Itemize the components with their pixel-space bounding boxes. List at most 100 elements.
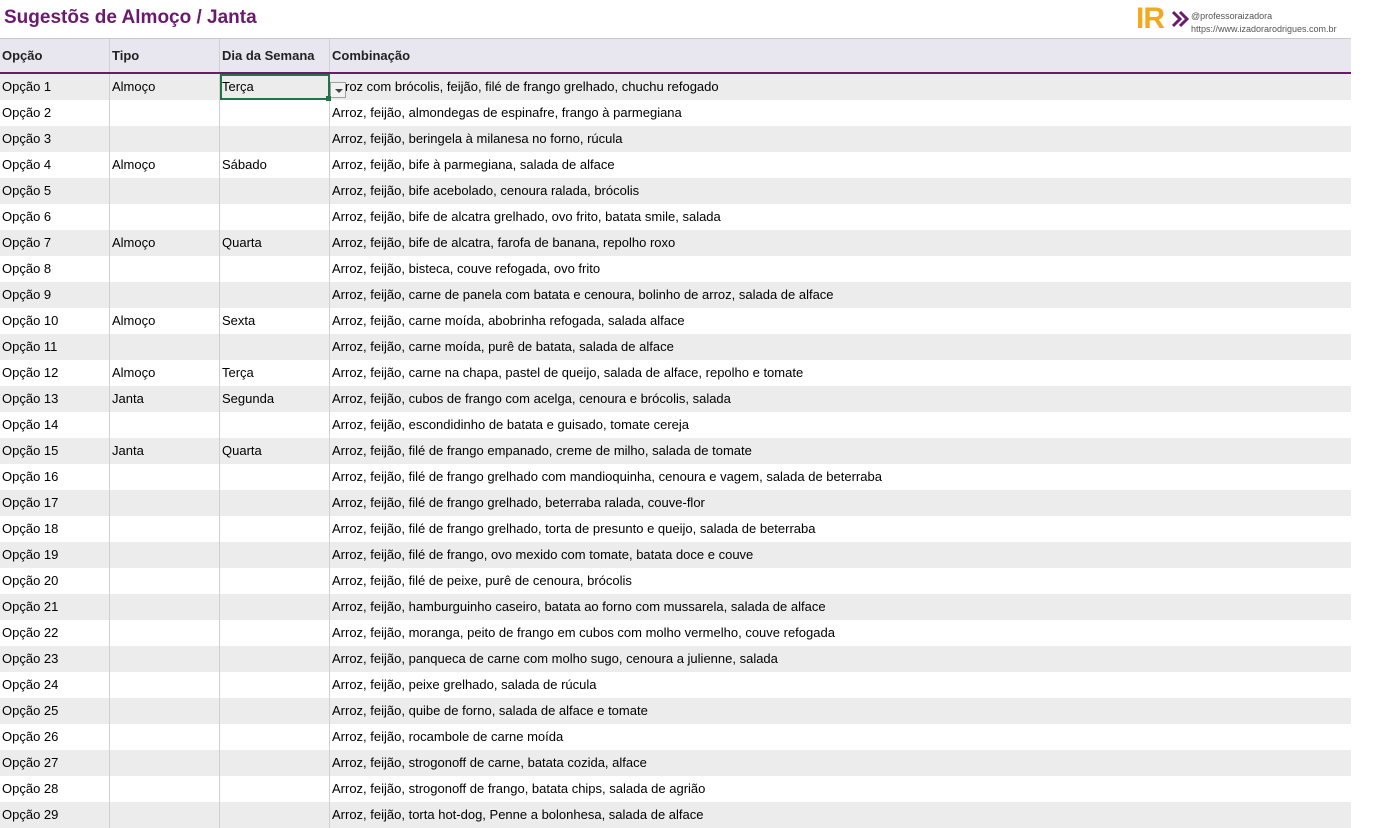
cell-opcao[interactable]: Opção 19 [0,542,110,568]
cell-tipo[interactable] [110,490,220,516]
cell-combinacao[interactable]: Arroz, feijão, panqueca de carne com mol… [330,646,1351,672]
cell-dia[interactable] [220,672,330,698]
cell-combinacao[interactable]: Arroz, feijão, filé de peixe, purê de ce… [330,568,1351,594]
cell-tipo[interactable] [110,568,220,594]
cell-opcao[interactable]: Opção 14 [0,412,110,438]
cell-dia[interactable] [220,334,330,360]
cell-tipo[interactable] [110,698,220,724]
cell-tipo[interactable] [110,516,220,542]
cell-dia[interactable] [220,490,330,516]
cell-opcao[interactable]: Opção 21 [0,594,110,620]
cell-combinacao[interactable]: Arroz, feijão, filé de frango, ovo mexid… [330,542,1351,568]
cell-dia[interactable] [220,282,330,308]
cell-opcao[interactable]: Opção 8 [0,256,110,282]
cell-tipo[interactable] [110,594,220,620]
cell-combinacao[interactable]: Arroz, feijão, bife acebolado, cenoura r… [330,178,1351,204]
cell-tipo[interactable] [110,724,220,750]
cell-combinacao[interactable]: Arroz, feijão, rocambole de carne moída [330,724,1351,750]
cell-dia[interactable]: Terça [220,360,330,386]
cell-dia[interactable]: Sexta [220,308,330,334]
cell-combinacao[interactable]: Arroz, feijão, torta hot-dog, Penne a bo… [330,802,1351,828]
cell-opcao[interactable]: Opção 16 [0,464,110,490]
cell-tipo[interactable] [110,256,220,282]
cell-dia[interactable] [220,516,330,542]
cell-opcao[interactable]: Opção 9 [0,282,110,308]
cell-opcao[interactable]: Opção 10 [0,308,110,334]
cell-dia[interactable]: Quarta [220,438,330,464]
cell-combinacao[interactable]: Arroz, feijão, carne moída, purê de bata… [330,334,1351,360]
cell-tipo[interactable] [110,646,220,672]
header-tipo[interactable]: Tipo [110,39,220,72]
cell-tipo[interactable]: Almoço [110,74,220,100]
cell-combinacao[interactable]: Arroz, feijão, bisteca, couve refogada, … [330,256,1351,282]
header-dia-da-semana[interactable]: Dia da Semana [220,39,330,72]
cell-tipo[interactable] [110,412,220,438]
cell-tipo[interactable]: Almoço [110,230,220,256]
cell-opcao[interactable]: Opção 7 [0,230,110,256]
cell-combinacao[interactable]: Arroz, feijão, cubos de frango com acelg… [330,386,1351,412]
cell-tipo[interactable] [110,542,220,568]
cell-combinacao[interactable]: Arroz, feijão, filé de frango grelhado c… [330,464,1351,490]
cell-dia[interactable] [220,568,330,594]
cell-combinacao[interactable]: Arroz, feijão, bife de alcatra grelhado,… [330,204,1351,230]
cell-dia[interactable] [220,256,330,282]
cell-opcao[interactable]: Opção 25 [0,698,110,724]
cell-tipo[interactable] [110,204,220,230]
cell-combinacao[interactable]: Arroz, feijão, bife à parmegiana, salada… [330,152,1351,178]
cell-opcao[interactable]: Opção 27 [0,750,110,776]
cell-combinacao[interactable]: Arroz, feijão, peixe grelhado, salada de… [330,672,1351,698]
cell-combinacao[interactable]: Arroz, feijão, strogonoff de frango, bat… [330,776,1351,802]
cell-opcao[interactable]: Opção 11 [0,334,110,360]
cell-combinacao[interactable]: Arroz com brócolis, feijão, filé de fran… [330,74,1351,100]
cell-dia[interactable] [220,464,330,490]
cell-tipo[interactable] [110,334,220,360]
cell-dia[interactable] [220,204,330,230]
cell-combinacao[interactable]: Arroz, feijão, quibe de forno, salada de… [330,698,1351,724]
cell-combinacao[interactable]: Arroz, feijão, almondegas de espinafre, … [330,100,1351,126]
cell-dia[interactable] [220,802,330,828]
cell-dia[interactable]: Quarta [220,230,330,256]
cell-tipo[interactable] [110,672,220,698]
cell-tipo[interactable] [110,100,220,126]
cell-combinacao[interactable]: Arroz, feijão, moranga, peito de frango … [330,620,1351,646]
cell-combinacao[interactable]: Arroz, feijão, bife de alcatra, farofa d… [330,230,1351,256]
cell-tipo[interactable]: Almoço [110,308,220,334]
cell-dia[interactable] [220,750,330,776]
cell-opcao[interactable]: Opção 2 [0,100,110,126]
cell-opcao[interactable]: Opção 26 [0,724,110,750]
cell-opcao[interactable]: Opção 12 [0,360,110,386]
cell-combinacao[interactable]: Arroz, feijão, escondidinho de batata e … [330,412,1351,438]
cell-dia[interactable] [220,100,330,126]
header-combinacao[interactable]: Combinação [330,39,1351,72]
cell-opcao[interactable]: Opção 28 [0,776,110,802]
cell-opcao[interactable]: Opção 18 [0,516,110,542]
cell-combinacao[interactable]: Arroz, feijão, beringela à milanesa no f… [330,126,1351,152]
cell-tipo[interactable]: Almoço [110,152,220,178]
fill-handle[interactable] [326,96,331,101]
cell-tipo[interactable]: Janta [110,438,220,464]
cell-tipo[interactable]: Janta [110,386,220,412]
cell-tipo[interactable] [110,282,220,308]
cell-opcao[interactable]: Opção 23 [0,646,110,672]
cell-dia[interactable] [220,646,330,672]
cell-opcao[interactable]: Opção 22 [0,620,110,646]
cell-tipo[interactable] [110,802,220,828]
cell-opcao[interactable]: Opção 17 [0,490,110,516]
cell-opcao[interactable]: Opção 29 [0,802,110,828]
cell-opcao[interactable]: Opção 3 [0,126,110,152]
cell-dia[interactable] [220,542,330,568]
cell-opcao[interactable]: Opção 24 [0,672,110,698]
cell-opcao[interactable]: Opção 5 [0,178,110,204]
cell-tipo[interactable] [110,178,220,204]
cell-opcao[interactable]: Opção 13 [0,386,110,412]
cell-combinacao[interactable]: Arroz, feijão, filé de frango empanado, … [330,438,1351,464]
cell-dia[interactable]: Terça [220,74,330,100]
cell-tipo[interactable] [110,464,220,490]
cell-tipo[interactable] [110,126,220,152]
cell-opcao[interactable]: Opção 6 [0,204,110,230]
cell-dia[interactable] [220,698,330,724]
cell-dia[interactable] [220,412,330,438]
cell-combinacao[interactable]: Arroz, feijão, carne moída, abobrinha re… [330,308,1351,334]
cell-dia[interactable] [220,724,330,750]
cell-combinacao[interactable]: Arroz, feijão, filé de frango grelhado, … [330,490,1351,516]
